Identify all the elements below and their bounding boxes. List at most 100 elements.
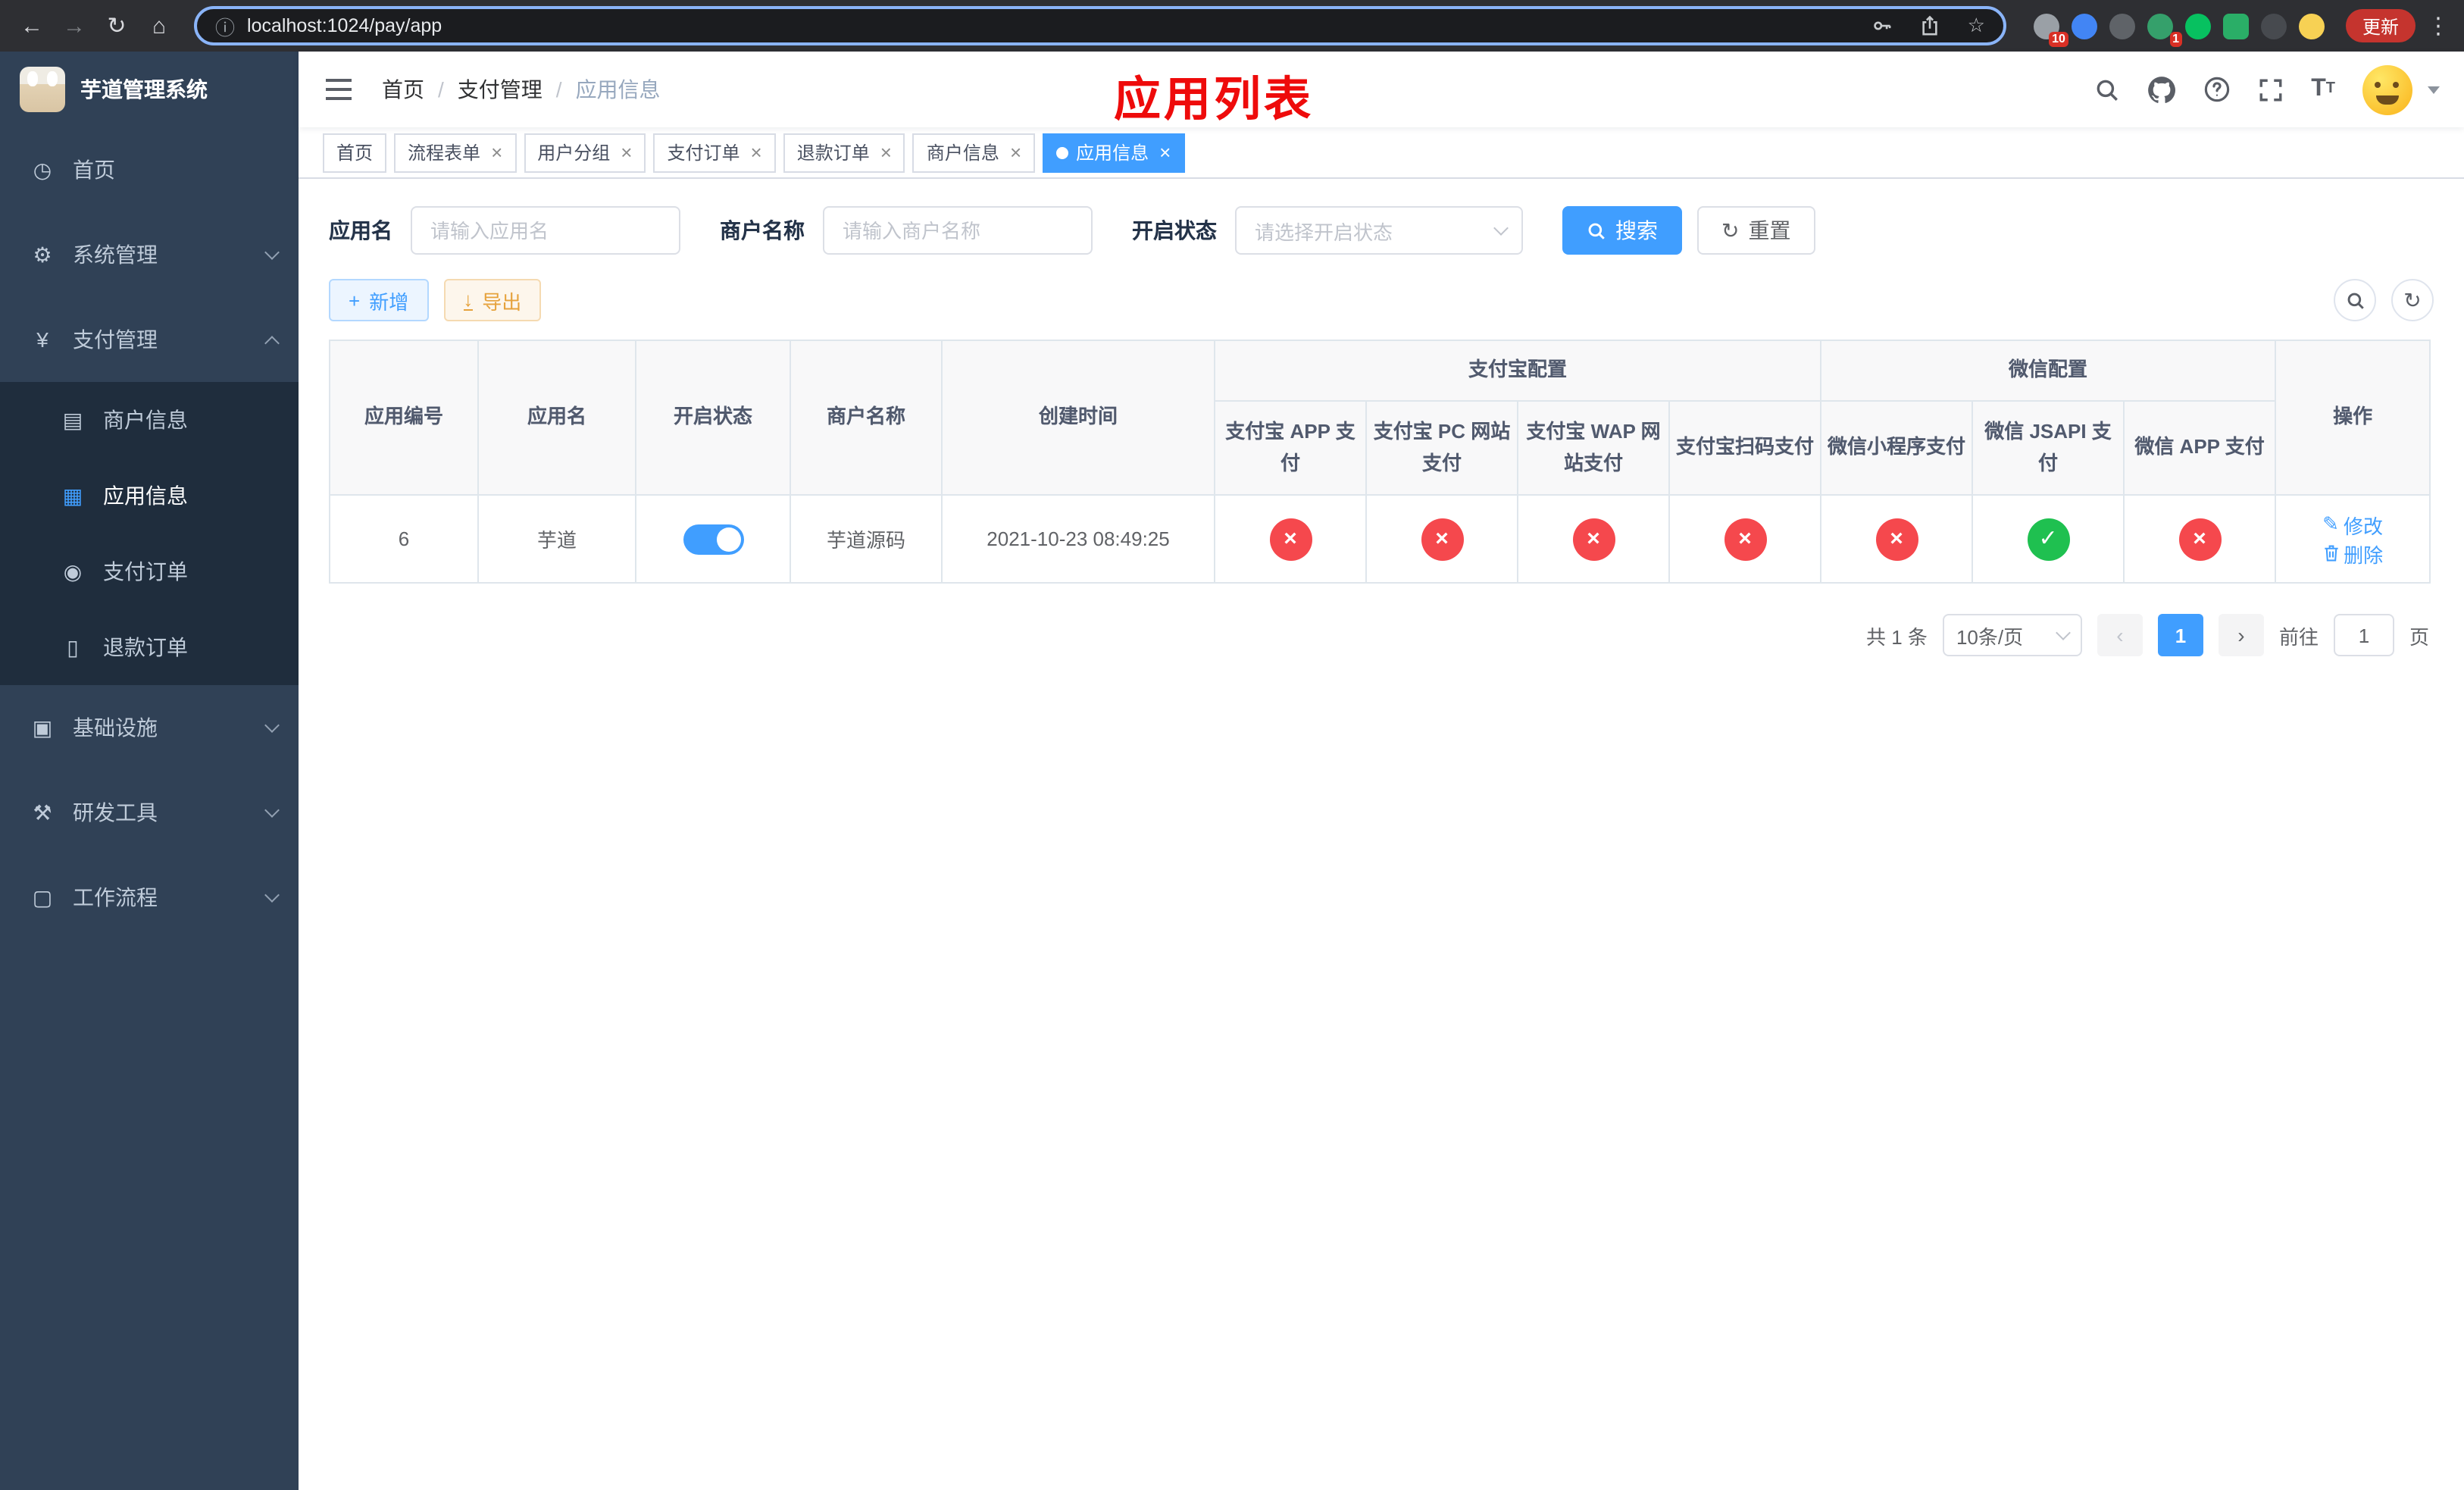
tab-process-form[interactable]: 流程表单 × (394, 133, 517, 172)
target-icon: ◉ (63, 559, 83, 583)
browser-extension-icon[interactable] (2071, 13, 2097, 39)
browser-home-icon[interactable]: ⌂ (139, 6, 179, 45)
merchant-name-label: 商户名称 (720, 218, 805, 243)
tab-refund-orders[interactable]: 退款订单 × (783, 133, 905, 172)
dashboard-icon: ◷ (33, 157, 52, 181)
browser-forward-icon[interactable]: → (55, 6, 94, 45)
tab-close-icon[interactable]: × (621, 142, 632, 162)
group-header-wechat: 微信配置 (1820, 340, 2277, 402)
tab-payment-orders[interactable]: 支付订单 × (653, 133, 776, 172)
sidebar-item-refund-orders[interactable]: ▯ 退款订单 (0, 609, 299, 685)
page-number-button[interactable]: 1 (2157, 614, 2203, 656)
sidebar-item-payment[interactable]: ¥ 支付管理 (0, 297, 299, 382)
tab-label: 支付订单 (667, 142, 740, 164)
search-icon[interactable] (2094, 77, 2120, 102)
site-info-icon[interactable]: ⓘ (215, 11, 235, 40)
search-button[interactable]: 搜索 (1562, 206, 1682, 255)
page-annotation: 应用列表 (1114, 73, 1314, 126)
config-status-icon: × (2178, 518, 2222, 560)
tab-close-icon[interactable]: × (1159, 142, 1171, 162)
tab-home[interactable]: 首页 (323, 133, 387, 172)
breadcrumb: 首页 / 支付管理 / 应用信息 (382, 74, 661, 105)
address-bar[interactable]: ⓘ localhost:1024/pay/app ☆ (194, 6, 2006, 45)
browser-extension-icon[interactable] (2260, 13, 2287, 39)
sidebar-item-dev-tools[interactable]: ⚒ 研发工具 (0, 770, 299, 855)
tab-label: 商户信息 (926, 142, 999, 164)
browser-back-icon[interactable]: ← (12, 6, 52, 45)
user-avatar[interactable] (2362, 64, 2412, 114)
page-size-select[interactable]: 10条/页 (1942, 614, 2082, 656)
app-name-input[interactable] (411, 206, 680, 255)
download-icon: ↓ (463, 288, 474, 311)
page-content: 应用名 商户名称 开启状态 请选择开启状态 (299, 179, 2464, 1490)
app-title: 芋道管理系统 (80, 77, 208, 102)
goto-label: 前往 (2278, 625, 2319, 648)
export-button[interactable]: ↓ 导出 (443, 279, 542, 321)
bookmark-star-icon[interactable]: ☆ (1968, 14, 1985, 38)
status-select[interactable]: 请选择开启状态 (1235, 206, 1523, 255)
browser-menu-icon[interactable]: ⋮ (2425, 12, 2452, 39)
sidebar-item-system[interactable]: ⚙ 系统管理 (0, 212, 299, 297)
prev-page-button[interactable]: ‹ (2097, 614, 2143, 656)
sidebar-item-merchant-info[interactable]: ▤ 商户信息 (0, 382, 299, 458)
config-status-icon: × (1875, 518, 1918, 560)
delete-link[interactable]: 删除 (2322, 539, 2383, 568)
sidebar-item-infrastructure[interactable]: ▣ 基础设施 (0, 685, 299, 770)
sidebar-collapse-icon[interactable] (326, 79, 352, 100)
top-navbar: 首页 / 支付管理 / 应用信息 应用列表 T T (299, 52, 2464, 127)
cell-app-id: 6 (329, 494, 479, 584)
app-table: 应用编号 应用名 开启状态 商户名称 创建时间 支付宝配置 微信配置 操作 支付… (329, 340, 2431, 584)
pagination: 共 1 条 10条/页 ‹ 1 › 前往 页 (329, 614, 2429, 656)
tab-user-group[interactable]: 用户分组 × (524, 133, 646, 172)
yen-icon: ¥ (36, 327, 48, 352)
tab-close-icon[interactable]: × (1010, 142, 1021, 162)
cell-created: 2021-10-23 08:49:25 (941, 494, 1215, 584)
password-key-icon[interactable] (1872, 15, 1893, 36)
browser-extension-icon[interactable] (2222, 13, 2249, 39)
github-icon[interactable] (2147, 75, 2176, 104)
merchant-name-input[interactable] (823, 206, 1093, 255)
sidebar-item-label: 系统管理 (73, 243, 158, 267)
sidebar-item-home[interactable]: ◷ 首页 (0, 127, 299, 212)
browser-profile-avatar[interactable] (2298, 13, 2325, 39)
tab-close-icon[interactable]: × (751, 142, 762, 162)
tab-close-icon[interactable]: × (880, 142, 892, 162)
toggle-search-button[interactable] (2334, 279, 2376, 321)
edit-link[interactable]: ✎ 修改 (2322, 510, 2383, 539)
tab-close-icon[interactable]: × (491, 142, 502, 162)
col-header-wechat-app: 微信 APP 支付 (2123, 400, 2277, 496)
search-button-label: 搜索 (1615, 218, 1658, 243)
reset-button[interactable]: ↻ 重置 (1697, 206, 1815, 255)
next-page-button[interactable]: › (2218, 614, 2264, 656)
avatar-caret-icon[interactable] (2428, 86, 2440, 93)
box-icon: ▢ (32, 884, 53, 909)
sidebar-item-payment-orders[interactable]: ◉ 支付订单 (0, 534, 299, 609)
browser-update-button[interactable]: 更新 (2345, 9, 2416, 42)
sidebar-item-app-info[interactable]: ▦ 应用信息 (0, 458, 299, 534)
help-icon[interactable] (2203, 76, 2231, 103)
tab-merchant-info[interactable]: 商户信息 × (912, 133, 1036, 172)
browser-reload-icon[interactable]: ↻ (97, 6, 136, 45)
browser-extension-icon[interactable] (2109, 13, 2135, 39)
font-size-icon[interactable]: TT (2311, 77, 2335, 102)
status-toggle[interactable] (683, 524, 743, 554)
refresh-table-button[interactable]: ↻ (2391, 279, 2434, 321)
url-text[interactable]: localhost:1024/pay/app (247, 15, 442, 36)
browser-extension-icon[interactable] (2184, 13, 2211, 39)
browser-extension-icon[interactable]: 1 (2147, 13, 2182, 46)
col-header-alipay-pc: 支付宝 PC 网站支付 (1365, 400, 1518, 496)
sidebar-item-label: 首页 (73, 158, 115, 182)
fullscreen-icon[interactable] (2258, 77, 2284, 102)
sidebar-item-workflow[interactable]: ▢ 工作流程 (0, 855, 299, 940)
breadcrumb-payment[interactable]: 支付管理 (458, 74, 543, 105)
add-button[interactable]: + 新增 (329, 279, 429, 321)
sidebar-logo[interactable]: 芋道管理系统 (0, 52, 299, 127)
config-status-icon: × (1572, 518, 1615, 560)
breadcrumb-home[interactable]: 首页 (382, 74, 424, 105)
tab-label: 退款订单 (796, 142, 870, 164)
extensions-puzzle-icon[interactable]: 10 (2033, 13, 2068, 46)
col-header-alipay-qr: 支付宝扫码支付 (1668, 400, 1822, 496)
tab-app-info[interactable]: 应用信息 × (1043, 133, 1185, 172)
goto-page-input[interactable] (2333, 614, 2394, 656)
share-icon[interactable] (1921, 15, 1940, 36)
